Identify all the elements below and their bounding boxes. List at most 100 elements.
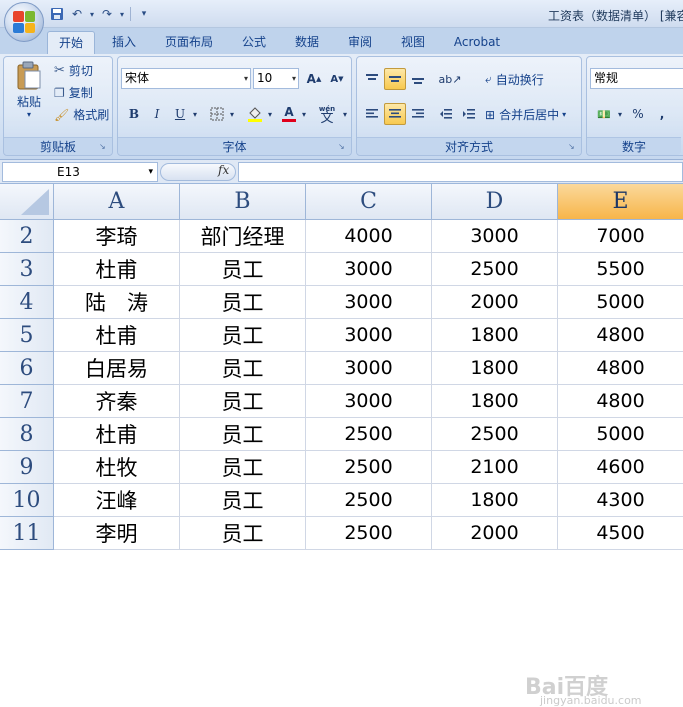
- cell-c6[interactable]: 3000: [306, 352, 432, 385]
- align-top-icon[interactable]: [361, 68, 383, 90]
- cell-a10[interactable]: 汪峰: [54, 484, 180, 517]
- decrease-indent-icon[interactable]: [435, 103, 457, 125]
- align-bottom-icon[interactable]: [407, 68, 429, 90]
- chevron-down-icon[interactable]: ▾: [148, 163, 153, 181]
- wrap-text-button[interactable]: ⤶ 自动换行: [485, 71, 544, 88]
- merge-center-button[interactable]: ⊞ 合并后居中 ▾: [485, 106, 566, 123]
- name-box[interactable]: E13 ▾: [2, 162, 158, 182]
- cell-a4[interactable]: 陆 涛: [54, 286, 180, 319]
- tab-acrobat[interactable]: Acrobat: [446, 31, 508, 54]
- column-header-a[interactable]: A: [54, 184, 180, 220]
- column-header-b[interactable]: B: [180, 184, 306, 220]
- row-header[interactable]: 4: [0, 286, 54, 319]
- cell-d10[interactable]: 1800: [432, 484, 558, 517]
- currency-button[interactable]: 💵: [591, 103, 617, 125]
- select-all-button[interactable]: [0, 184, 54, 220]
- tab-insert[interactable]: 插入: [100, 31, 148, 54]
- cell-e6[interactable]: 4800: [558, 352, 683, 385]
- row-header[interactable]: 5: [0, 319, 54, 352]
- format-painter-button[interactable]: 🖌 格式刷: [54, 106, 109, 123]
- font-name-select[interactable]: 宋体 ▾: [121, 68, 251, 89]
- column-header-e[interactable]: E: [558, 184, 683, 220]
- cell-a2[interactable]: 李琦: [54, 220, 180, 253]
- row-header[interactable]: 10: [0, 484, 54, 517]
- borders-dropdown-icon[interactable]: ▾: [227, 103, 237, 125]
- align-middle-icon[interactable]: [384, 68, 406, 90]
- save-icon[interactable]: [48, 5, 66, 23]
- tab-view[interactable]: 视图: [391, 31, 435, 54]
- undo-icon[interactable]: ↶: [68, 5, 86, 23]
- undo-dropdown-icon[interactable]: ▾: [88, 5, 96, 23]
- tab-data[interactable]: 数据: [285, 31, 329, 54]
- font-color-dropdown-icon[interactable]: ▾: [299, 103, 309, 125]
- percent-button[interactable]: %: [627, 103, 649, 125]
- cell-c7[interactable]: 3000: [306, 385, 432, 418]
- redo-icon[interactable]: ↷: [98, 5, 116, 23]
- cell-d7[interactable]: 1800: [432, 385, 558, 418]
- insert-function-icon[interactable]: fx: [218, 163, 229, 177]
- row-header[interactable]: 6: [0, 352, 54, 385]
- cell-c8[interactable]: 2500: [306, 418, 432, 451]
- copy-button[interactable]: ❐ 复制: [54, 84, 93, 101]
- paste-button[interactable]: 粘贴 ▾: [10, 61, 48, 119]
- cell-a7[interactable]: 齐秦: [54, 385, 180, 418]
- italic-button[interactable]: I: [146, 103, 168, 125]
- bold-button[interactable]: B: [123, 103, 145, 125]
- fill-color-button[interactable]: [244, 103, 266, 125]
- cell-a5[interactable]: 杜甫: [54, 319, 180, 352]
- cell-b10[interactable]: 员工: [180, 484, 306, 517]
- font-color-button[interactable]: A: [278, 103, 300, 125]
- tab-review[interactable]: 审阅: [338, 31, 382, 54]
- cell-b5[interactable]: 员工: [180, 319, 306, 352]
- customize-icon[interactable]: ▾: [135, 5, 153, 23]
- cell-d6[interactable]: 1800: [432, 352, 558, 385]
- cell-e10[interactable]: 4300: [558, 484, 683, 517]
- number-format-select[interactable]: 常规: [590, 68, 683, 89]
- dialog-launcher-icon[interactable]: ↘: [568, 142, 578, 152]
- borders-button[interactable]: [206, 103, 228, 125]
- cell-c3[interactable]: 3000: [306, 253, 432, 286]
- tab-page-layout[interactable]: 页面布局: [156, 31, 222, 54]
- font-size-select[interactable]: 10 ▾: [253, 68, 299, 89]
- fill-color-dropdown-icon[interactable]: ▾: [265, 103, 275, 125]
- cell-c2[interactable]: 4000: [306, 220, 432, 253]
- tab-home[interactable]: 开始: [47, 31, 95, 54]
- cell-c4[interactable]: 3000: [306, 286, 432, 319]
- underline-button[interactable]: U: [169, 103, 191, 125]
- cell-e11[interactable]: 4500: [558, 517, 683, 550]
- row-header[interactable]: 2: [0, 220, 54, 253]
- cell-c10[interactable]: 2500: [306, 484, 432, 517]
- cell-d4[interactable]: 2000: [432, 286, 558, 319]
- cut-button[interactable]: ✂ 剪切: [54, 62, 93, 79]
- column-header-c[interactable]: C: [306, 184, 432, 220]
- tab-formulas[interactable]: 公式: [232, 31, 276, 54]
- cell-a6[interactable]: 白居易: [54, 352, 180, 385]
- grow-font-button[interactable]: A ▲: [303, 68, 325, 90]
- cell-b9[interactable]: 员工: [180, 451, 306, 484]
- redo-dropdown-icon[interactable]: ▾: [118, 5, 126, 23]
- orientation-button[interactable]: ab↗: [435, 68, 465, 90]
- cell-e3[interactable]: 5500: [558, 253, 683, 286]
- cell-b6[interactable]: 员工: [180, 352, 306, 385]
- cell-a3[interactable]: 杜甫: [54, 253, 180, 286]
- row-header[interactable]: 7: [0, 385, 54, 418]
- column-header-d[interactable]: D: [432, 184, 558, 220]
- cell-d3[interactable]: 2500: [432, 253, 558, 286]
- cell-c11[interactable]: 2500: [306, 517, 432, 550]
- cell-d9[interactable]: 2100: [432, 451, 558, 484]
- office-button[interactable]: [4, 2, 44, 42]
- cell-a9[interactable]: 杜牧: [54, 451, 180, 484]
- phonetic-dropdown-icon[interactable]: ▾: [340, 103, 350, 125]
- cell-a11[interactable]: 李明: [54, 517, 180, 550]
- cell-e8[interactable]: 5000: [558, 418, 683, 451]
- cell-c5[interactable]: 3000: [306, 319, 432, 352]
- align-right-icon[interactable]: [407, 103, 429, 125]
- cell-d8[interactable]: 2500: [432, 418, 558, 451]
- row-header[interactable]: 3: [0, 253, 54, 286]
- cell-d2[interactable]: 3000: [432, 220, 558, 253]
- cell-b2[interactable]: 部门经理: [180, 220, 306, 253]
- cell-a8[interactable]: 杜甫: [54, 418, 180, 451]
- cell-d11[interactable]: 2000: [432, 517, 558, 550]
- cell-b3[interactable]: 员工: [180, 253, 306, 286]
- cell-b11[interactable]: 员工: [180, 517, 306, 550]
